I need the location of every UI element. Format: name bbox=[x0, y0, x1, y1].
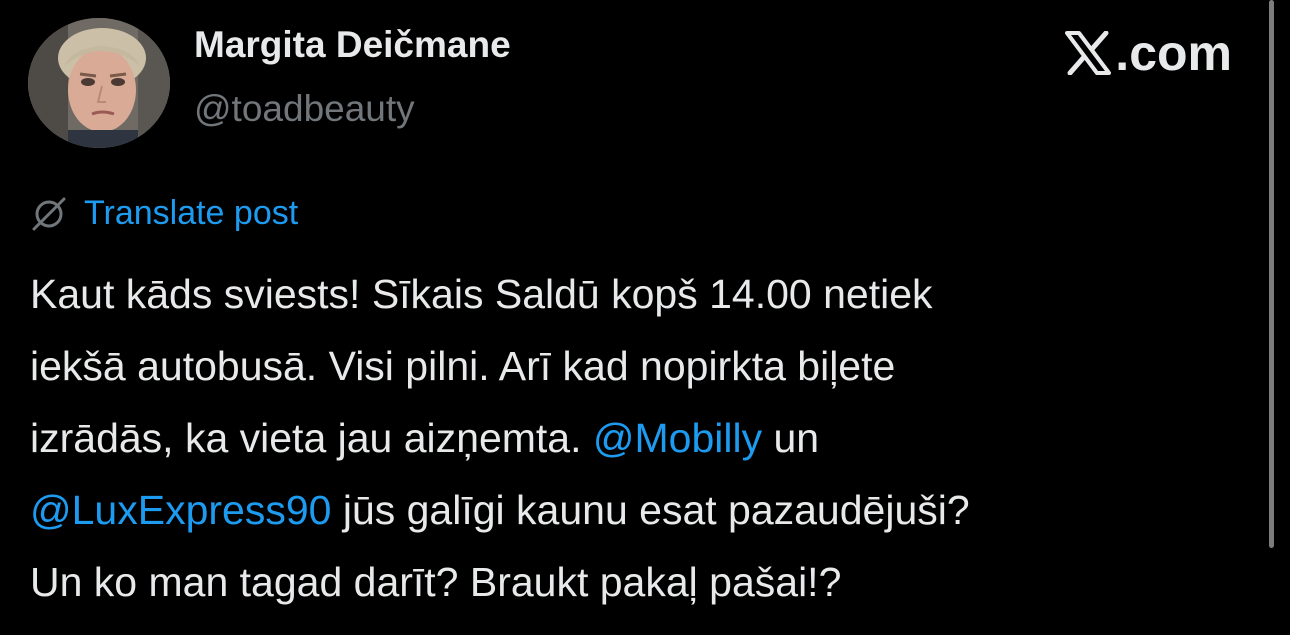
post-line-3-text: izrādās, ka vieta jau aizņemta. bbox=[30, 415, 593, 461]
mention-luxexpress[interactable]: @LuxExpress90 bbox=[30, 487, 331, 533]
post-line-5: Un ko man tagad darīt? Braukt pakaļ paša… bbox=[30, 559, 842, 605]
translate-post-label: Translate post bbox=[84, 194, 299, 232]
author-handle[interactable]: @toadbeauty bbox=[194, 88, 415, 130]
brand-logo[interactable]: .com bbox=[1065, 24, 1232, 82]
x-logo-icon bbox=[1065, 31, 1112, 75]
post-line-3-tail: un bbox=[762, 415, 820, 461]
translate-post[interactable]: Translate post bbox=[30, 194, 298, 233]
post-text: Kaut kāds sviests! Sīkais Saldū kopš 14.… bbox=[30, 258, 1255, 618]
mention-mobilly[interactable]: @Mobilly bbox=[593, 415, 762, 461]
post-line-4-text: jūs galīgi kaunu esat pazaudējuši? bbox=[331, 487, 970, 533]
post-line-4: @LuxExpress90 jūs galīgi kaunu esat paza… bbox=[30, 474, 1255, 546]
avatar[interactable] bbox=[28, 18, 170, 148]
post-line-3: izrādās, ka vieta jau aizņemta. @Mobilly… bbox=[30, 402, 1255, 474]
post-line-2: iekšā autobusā. Visi pilni. Arī kad nopi… bbox=[30, 343, 896, 389]
profile-photo bbox=[28, 18, 170, 148]
brand-domain: .com bbox=[1115, 25, 1232, 81]
post-line-1: Kaut kāds sviests! Sīkais Saldū kopš 14.… bbox=[30, 271, 933, 317]
globe-slash-icon bbox=[32, 197, 66, 230]
author-name[interactable]: Margita Deičmane bbox=[194, 24, 511, 66]
scrollbar[interactable] bbox=[1269, 0, 1274, 548]
